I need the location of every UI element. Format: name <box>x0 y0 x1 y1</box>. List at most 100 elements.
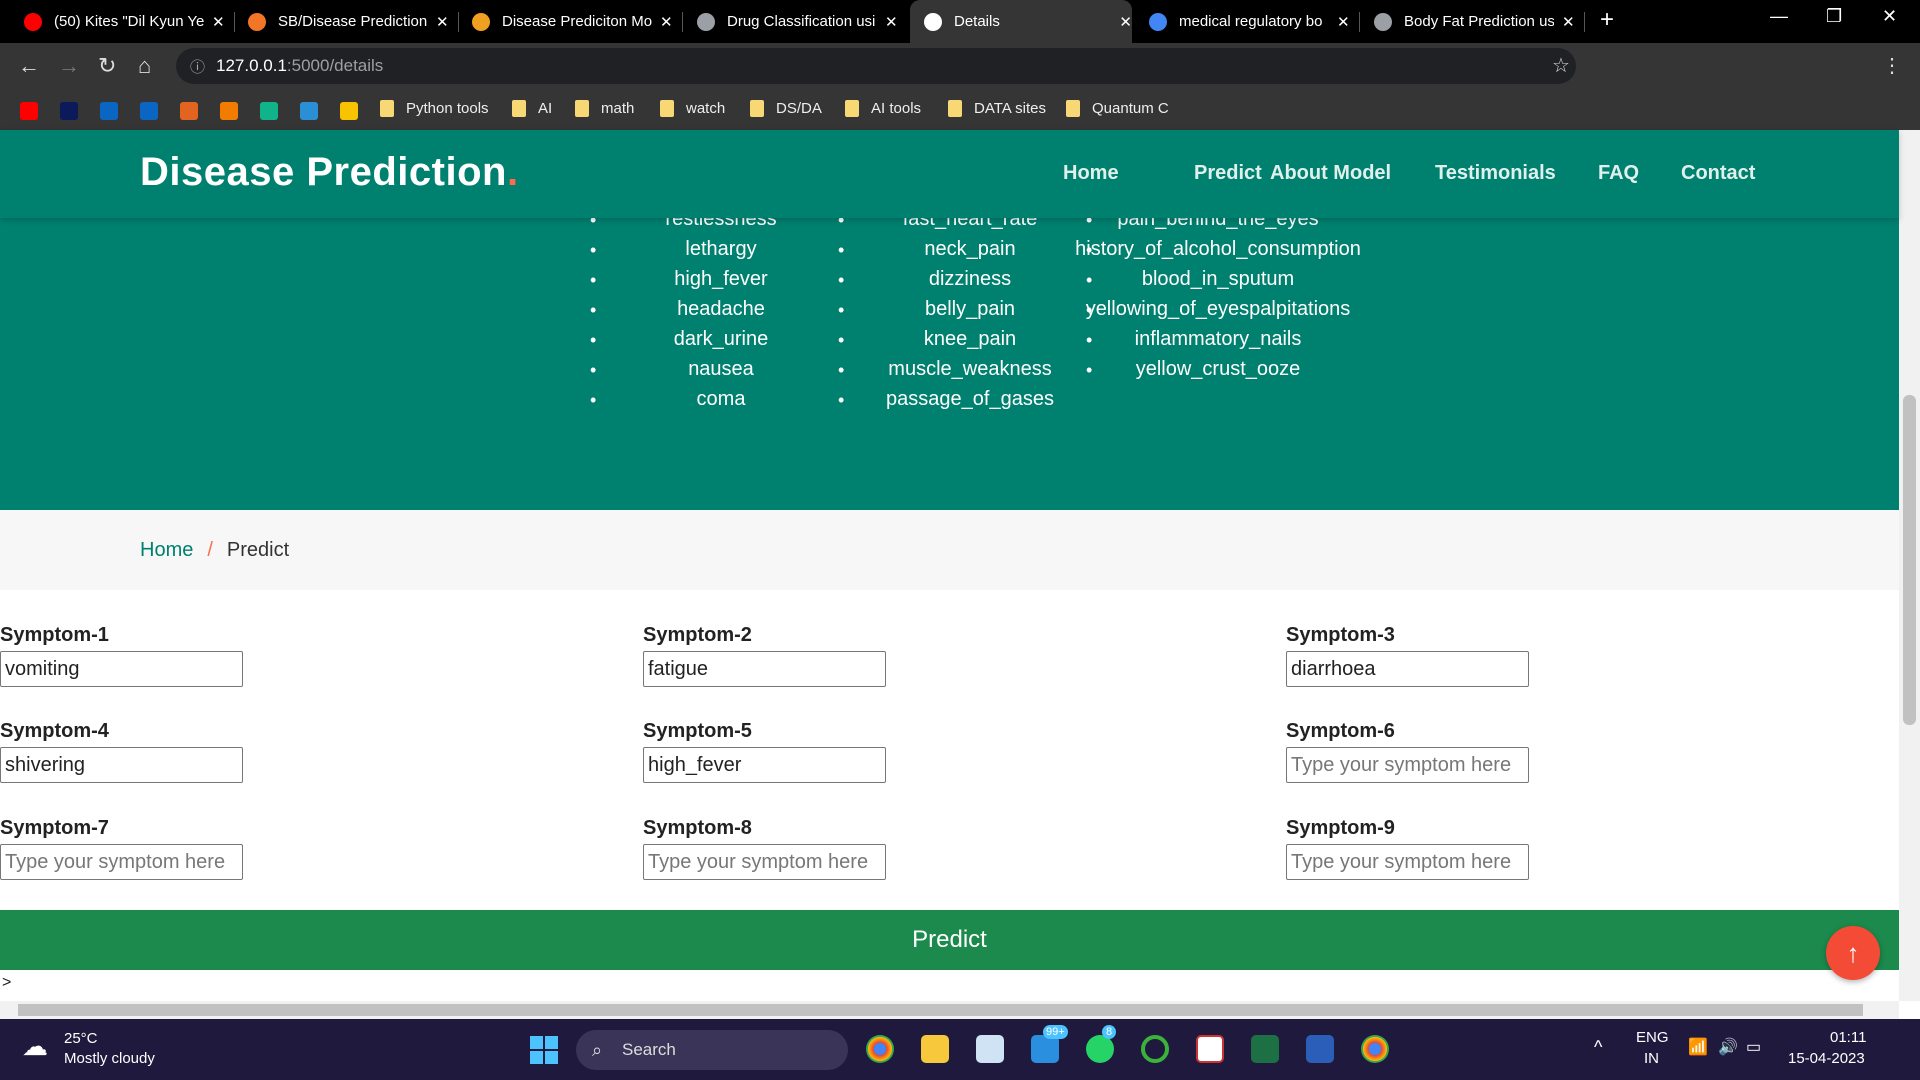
wifi-icon[interactable]: 📶 <box>1688 1037 1708 1057</box>
windows-taskbar: ☁ 25°C Mostly cloudy ⌕ Search 99+ 8 ^ ENG… <box>0 1019 1920 1080</box>
bookmark-folder[interactable]: watch <box>660 100 725 117</box>
bookmark-site-icon[interactable] <box>100 102 118 120</box>
close-icon[interactable]: ✕ <box>660 13 673 31</box>
bookmark-site-icon[interactable] <box>220 102 238 120</box>
symptom-5-input[interactable] <box>643 747 886 783</box>
nav-faq[interactable]: FAQ <box>1598 162 1639 185</box>
bookmark-site-icon[interactable] <box>60 102 78 120</box>
taskbar-search[interactable]: ⌕ Search <box>576 1030 848 1070</box>
bookmark-site-icon[interactable] <box>140 102 158 120</box>
browser-tab[interactable]: Body Fat Prediction us ✕ <box>1360 0 1582 43</box>
tab-separator <box>1584 12 1585 32</box>
symptom-8-input[interactable] <box>643 844 886 880</box>
word-icon[interactable] <box>1306 1035 1334 1063</box>
symptom-8-label: Symptom-8 <box>643 817 752 839</box>
mail-icon[interactable]: 99+ <box>1031 1025 1068 1063</box>
nav-home[interactable]: Home <box>1063 162 1119 185</box>
predict-button[interactable]: Predict <box>0 910 1899 970</box>
url-field[interactable]: ⓘ 127.0.0.1:5000/details <box>176 48 1576 84</box>
restore-icon[interactable]: ❐ <box>1826 6 1842 27</box>
horizontal-scrollbar[interactable] <box>0 1001 1899 1019</box>
symptom-9-input[interactable] <box>1286 844 1529 880</box>
clock-time[interactable]: 01:11 <box>1830 1029 1866 1046</box>
bookmark-site-icon[interactable] <box>20 102 38 120</box>
close-window-icon[interactable]: ✕ <box>1882 6 1897 27</box>
clock-date[interactable]: 15-04-2023 <box>1788 1050 1865 1067</box>
reload-icon[interactable]: ↻ <box>98 53 116 79</box>
new-tab-icon[interactable]: + <box>1600 6 1614 34</box>
bookmark-folder[interactable]: AI tools <box>845 100 921 117</box>
browser-tab[interactable]: SB/Disease Prediction ✕ <box>234 0 456 43</box>
nav-predict[interactable]: Predict <box>1194 162 1262 185</box>
chevron-up-icon[interactable]: ^ <box>1594 1037 1602 1058</box>
jupyter-icon <box>248 12 266 31</box>
close-icon[interactable]: ✕ <box>1337 13 1350 31</box>
browser-tab[interactable]: (50) Kites "Dil Kyun Ye ✕ <box>10 0 232 43</box>
language-in[interactable]: IN <box>1644 1050 1659 1067</box>
symptom-1-input[interactable] <box>0 651 243 687</box>
photos-icon[interactable] <box>976 1035 1004 1063</box>
browser-tab[interactable]: Details ✕ <box>910 0 1132 43</box>
file-explorer-icon[interactable] <box>921 1035 949 1063</box>
horizontal-scroll-thumb[interactable] <box>18 1004 1863 1016</box>
bookmark-star-icon[interactable]: ☆ <box>1552 53 1570 78</box>
bookmark-folder[interactable]: AI <box>512 100 552 117</box>
symptom-list-item: history_of_alcohol_consumption <box>1075 238 1361 260</box>
browser-tab[interactable]: Drug Classification usi ✕ <box>683 0 905 43</box>
scroll-to-top-button[interactable]: ↑ <box>1826 926 1880 980</box>
menu-icon[interactable]: ⋮ <box>1882 53 1902 78</box>
volume-icon[interactable]: 🔊 <box>1718 1037 1738 1057</box>
whatsapp-icon[interactable]: 8 <box>1086 1025 1117 1063</box>
symptom-7-input[interactable] <box>0 844 243 880</box>
symptom-6-input[interactable] <box>1286 747 1529 783</box>
bookmark-site-icon[interactable] <box>300 102 318 120</box>
close-icon[interactable]: ✕ <box>212 13 225 31</box>
browser-tab[interactable]: Disease Prediciton Mo ✕ <box>458 0 680 43</box>
close-icon[interactable]: ✕ <box>885 13 898 31</box>
bookmark-folder[interactable]: Python tools <box>380 100 489 117</box>
symptom-3-input[interactable] <box>1286 651 1529 687</box>
bookmark-folder[interactable]: math <box>575 100 634 117</box>
close-icon[interactable]: ✕ <box>436 13 449 31</box>
app-pdf-icon[interactable] <box>1196 1035 1224 1063</box>
home-icon[interactable]: ⌂ <box>138 53 151 79</box>
symptom-4-input[interactable] <box>0 747 243 783</box>
bookmark-folder[interactable]: Quantum C <box>1066 100 1169 117</box>
symptom-2-input[interactable] <box>643 651 886 687</box>
app-ring-icon[interactable] <box>1141 1035 1169 1063</box>
battery-icon[interactable]: ▭ <box>1746 1037 1761 1057</box>
language-eng[interactable]: ENG <box>1636 1029 1669 1046</box>
folder-icon <box>1066 100 1080 117</box>
chrome-icon[interactable] <box>866 1035 894 1063</box>
bookmark-site-icon[interactable] <box>340 102 358 120</box>
nav-contact[interactable]: Contact <box>1681 162 1755 185</box>
nav-about-model[interactable]: About Model <box>1270 162 1391 185</box>
nav-testimonials[interactable]: Testimonials <box>1435 162 1556 185</box>
folder-icon <box>948 100 962 117</box>
bookmark-folder[interactable]: DATA sites <box>948 100 1046 117</box>
notebook-icon <box>472 12 490 31</box>
folder-icon <box>380 100 394 117</box>
breadcrumb-home[interactable]: Home <box>140 539 193 562</box>
bookmark-site-icon[interactable] <box>260 102 278 120</box>
browser-tab[interactable]: medical regulatory bo ✕ <box>1135 0 1357 43</box>
minimize-icon[interactable]: — <box>1770 6 1788 27</box>
address-bar-row: ← → ↻ ⌂ ⓘ 127.0.0.1:5000/details ☆ ⋮ <box>0 43 1920 92</box>
excel-icon[interactable] <box>1251 1035 1279 1063</box>
chrome-profile-icon[interactable] <box>1361 1035 1389 1063</box>
close-icon[interactable]: ✕ <box>1562 13 1575 31</box>
bookmark-folder[interactable]: DS/DA <box>750 100 822 117</box>
back-icon[interactable]: ← <box>18 53 40 79</box>
tab-title: medical regulatory bo <box>1179 13 1323 30</box>
url-host: 127.0.0.1 <box>216 56 287 75</box>
forward-icon[interactable]: → <box>58 53 80 79</box>
search-icon: ⌕ <box>592 1039 603 1060</box>
windows-start-icon[interactable] <box>530 1036 558 1064</box>
vertical-scroll-thumb[interactable] <box>1903 395 1916 725</box>
brand-logo[interactable]: Disease Prediction. <box>140 150 519 195</box>
bookmark-site-icon[interactable] <box>180 102 198 120</box>
bookmark-label: AI tools <box>871 100 922 117</box>
close-icon[interactable]: ✕ <box>1119 13 1132 31</box>
vertical-scrollbar[interactable] <box>1899 130 1920 1001</box>
arrow-up-icon: ↑ <box>1846 937 1860 968</box>
